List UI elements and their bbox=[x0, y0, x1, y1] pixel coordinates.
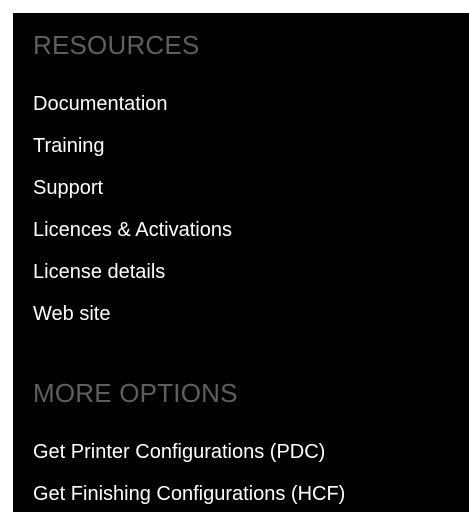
resources-heading: RESOURCES bbox=[33, 30, 200, 60]
sidebar-panel: RESOURCES Documentation Training Support… bbox=[13, 13, 469, 512]
licences-activations-link[interactable]: Licences & Activations bbox=[33, 218, 232, 242]
training-link[interactable]: Training bbox=[33, 134, 105, 158]
get-printer-configurations-link[interactable]: Get Printer Configurations (PDC) bbox=[33, 440, 325, 464]
documentation-link[interactable]: Documentation bbox=[33, 92, 168, 116]
web-site-link[interactable]: Web site bbox=[33, 302, 110, 326]
license-details-link[interactable]: License details bbox=[33, 260, 165, 284]
more-options-heading: MORE OPTIONS bbox=[33, 378, 238, 408]
support-link[interactable]: Support bbox=[33, 176, 103, 200]
get-finishing-configurations-link[interactable]: Get Finishing Configurations (HCF) bbox=[33, 482, 345, 506]
